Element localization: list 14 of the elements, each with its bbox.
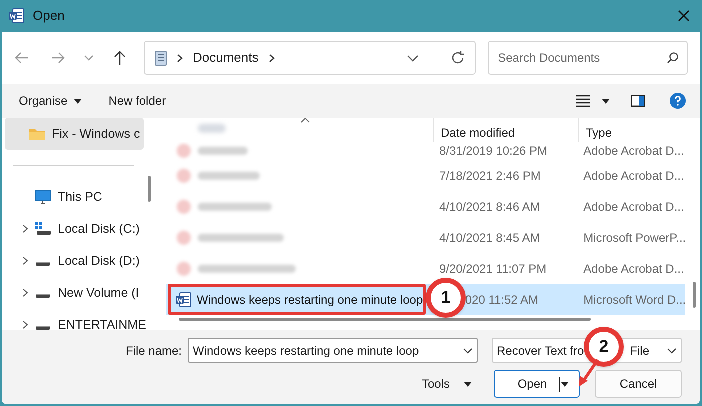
date-cell-text: 7/18/2021 2:46 PM: [438, 168, 542, 184]
date-cell-text: 4/10/2021 8:45 AM: [438, 230, 542, 246]
type-cell-text: Adobe Acrobat D...: [582, 168, 686, 184]
window-title: Open: [33, 7, 65, 26]
type-cell-text: Microsoft Word D...: [582, 292, 685, 308]
type-cell-text: Adobe Acrobat D...: [582, 198, 686, 216]
field-label: File name:: [126, 342, 182, 360]
date-cell-text: 020 11:52 AM: [465, 292, 540, 308]
date-cell-text: 8/31/2019 10:26 PM: [438, 143, 549, 160]
type-cell-text: Adobe Acrobat D...: [582, 260, 686, 278]
date-cell-text: 4/10/2021 8:46 AM: [438, 198, 542, 216]
date-cell-text: 9/20/2021 11:07 PM: [438, 260, 548, 278]
type-cell-text: Microsoft PowerP...: [582, 230, 686, 246]
type-cell-text: Adobe Acrobat D...: [582, 143, 686, 160]
